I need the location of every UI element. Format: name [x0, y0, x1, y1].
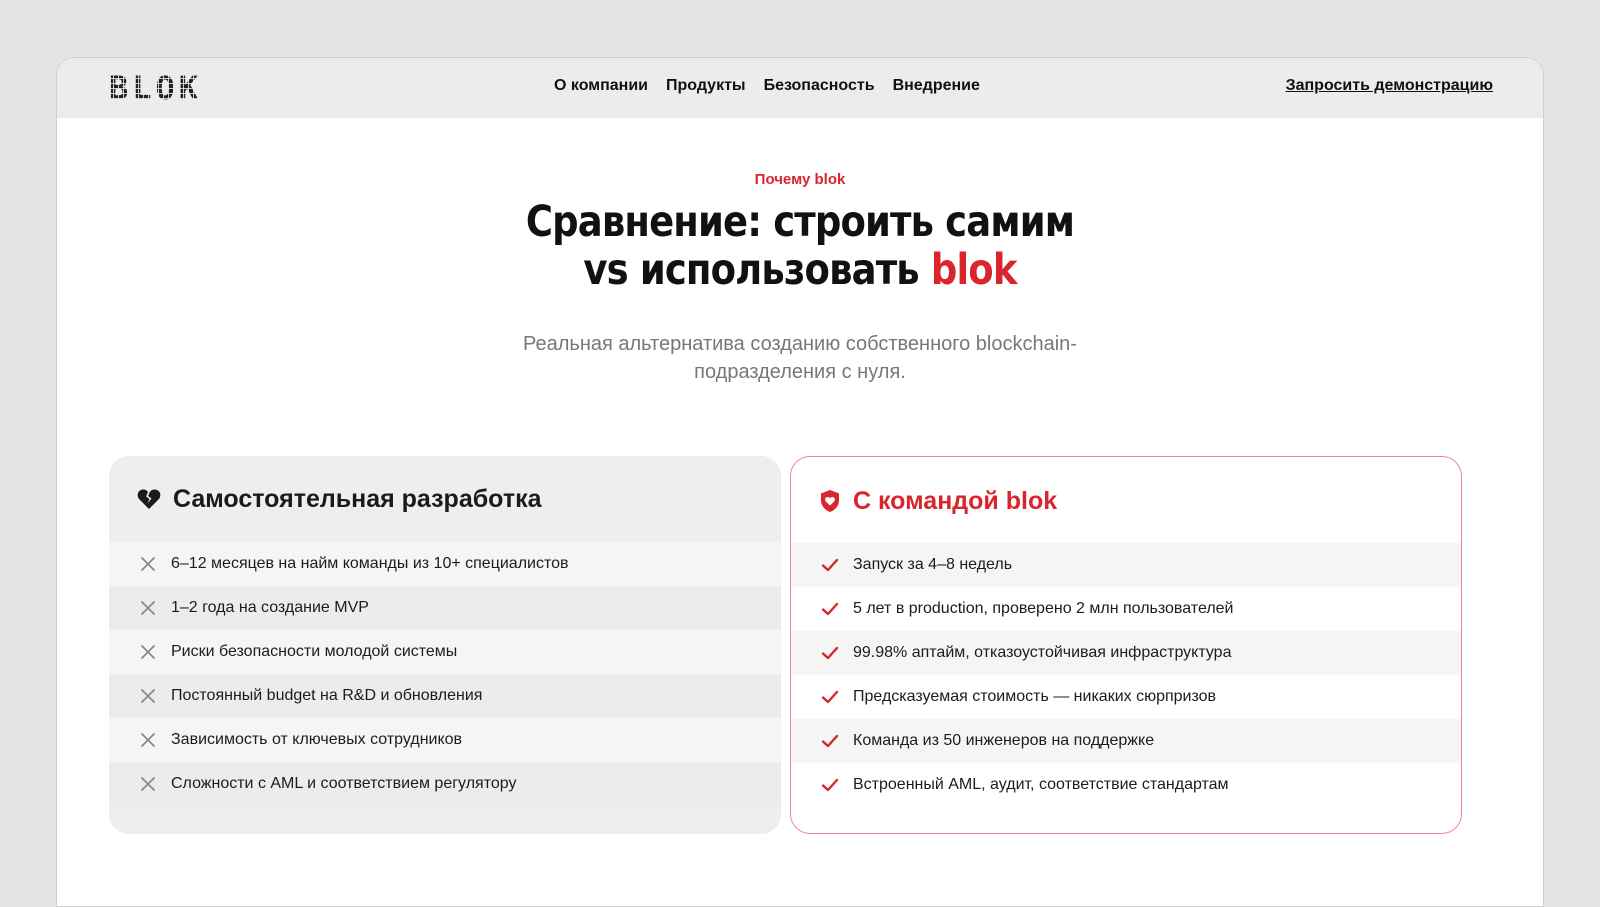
logo-letter: K — [178, 69, 199, 107]
checkmark-icon — [821, 600, 839, 618]
self-development-card: Самостоятельная разработка 6–12 месяцев … — [109, 456, 781, 834]
title-line-2-prefix: vs использовать — [583, 245, 931, 295]
title-line-1: Сравнение: строить самим — [525, 197, 1075, 247]
list-item: Команда из 50 инженеров на поддержке — [791, 719, 1461, 763]
list-item: Зависимость от ключевых сотрудников — [109, 718, 781, 762]
checkmark-icon — [821, 644, 839, 662]
logo-letter: O — [155, 69, 175, 107]
cons-list: 6–12 месяцев на найм команды из 10+ спец… — [109, 542, 781, 806]
cross-icon — [139, 643, 157, 661]
card-title: С командой blok — [853, 486, 1058, 515]
page-subtitle: Реальная альтернатива созданию собственн… — [57, 330, 1543, 386]
subtitle-line-1: Реальная альтернатива созданию собственн… — [523, 333, 1077, 355]
page-title: Сравнение: строить самим vs использовать… — [161, 198, 1439, 294]
card-header: С командой blok — [791, 457, 1461, 543]
list-item-text: Постоянный budget на R&D и обновления — [171, 687, 483, 704]
list-item: 1–2 года на создание MVP — [109, 586, 781, 630]
list-item: 6–12 месяцев на найм команды из 10+ спец… — [109, 542, 781, 586]
title-accent: blok — [930, 245, 1018, 295]
list-item-text: Зависимость от ключевых сотрудников — [171, 731, 463, 748]
nav-item-products[interactable]: Продукты — [666, 77, 746, 95]
list-item-text: Встроенный AML, аудит, соответствие стан… — [853, 776, 1229, 793]
cross-icon — [139, 775, 157, 793]
list-item-text: Риски безопасности молодой системы — [171, 643, 458, 660]
list-item-text: 5 лет в production, проверено 2 млн поль… — [853, 600, 1234, 617]
cross-icon — [139, 687, 157, 705]
cross-icon — [139, 599, 157, 617]
browser-window: B L O K О компании Продукты Безопасность… — [56, 57, 1544, 907]
list-item: Сложности с AML и соответствием регулято… — [109, 762, 781, 806]
pros-list: Запуск за 4–8 недель 5 лет в production,… — [791, 543, 1461, 807]
list-item-text: 6–12 месяцев на найм команды из 10+ спец… — [171, 555, 569, 572]
list-item-text: 1–2 года на создание MVP — [171, 599, 369, 616]
list-item-text: 99.98% аптайм, отказоустойчивая инфрастр… — [853, 644, 1232, 661]
list-item: Риски безопасности молодой системы — [109, 630, 781, 674]
checkmark-icon — [821, 776, 839, 794]
list-item-text: Сложности с AML и соответствием регулято… — [171, 775, 517, 792]
checkmark-icon — [821, 732, 839, 750]
nav-item-implementation[interactable]: Внедрение — [893, 77, 980, 95]
list-item-text: Предсказуемая стоимость — никаких сюрпри… — [853, 688, 1217, 705]
logo[interactable]: B L O K — [109, 69, 199, 107]
list-item-text: Запуск за 4–8 недель — [853, 556, 1013, 573]
shield-heart-icon — [821, 490, 839, 512]
checkmark-icon — [821, 688, 839, 706]
nav-item-about[interactable]: О компании — [554, 77, 648, 95]
cross-icon — [139, 555, 157, 573]
list-item: Запуск за 4–8 недель — [791, 543, 1461, 587]
list-item: Предсказуемая стоимость — никаких сюрпри… — [791, 675, 1461, 719]
broken-heart-icon — [137, 489, 161, 509]
list-item-text: Команда из 50 инженеров на поддержке — [853, 732, 1155, 749]
section-eyebrow: Почему blok — [754, 171, 846, 188]
request-demo-link[interactable]: Запросить демонстрацию — [1286, 77, 1493, 95]
list-item: Постоянный budget на R&D и обновления — [109, 674, 781, 718]
list-item: 5 лет в production, проверено 2 млн поль… — [791, 587, 1461, 631]
logo-letter: B — [109, 69, 129, 107]
card-header: Самостоятельная разработка — [109, 456, 781, 542]
logo-letter: L — [132, 69, 152, 107]
blok-team-card: С командой blok Запуск за 4–8 недель 5 л… — [790, 456, 1462, 834]
main-nav: О компании Продукты Безопасность Внедрен… — [554, 77, 980, 95]
site-header: B L O K О компании Продукты Безопасность… — [57, 58, 1543, 118]
nav-item-security[interactable]: Безопасность — [764, 77, 875, 95]
checkmark-icon — [821, 556, 839, 574]
subtitle-line-2: подразделения с нуля. — [694, 361, 906, 383]
cross-icon — [139, 731, 157, 749]
card-title: Самостоятельная разработка — [173, 484, 542, 513]
list-item: Встроенный AML, аудит, соответствие стан… — [791, 763, 1461, 807]
list-item: 99.98% аптайм, отказоустойчивая инфрастр… — [791, 631, 1461, 675]
